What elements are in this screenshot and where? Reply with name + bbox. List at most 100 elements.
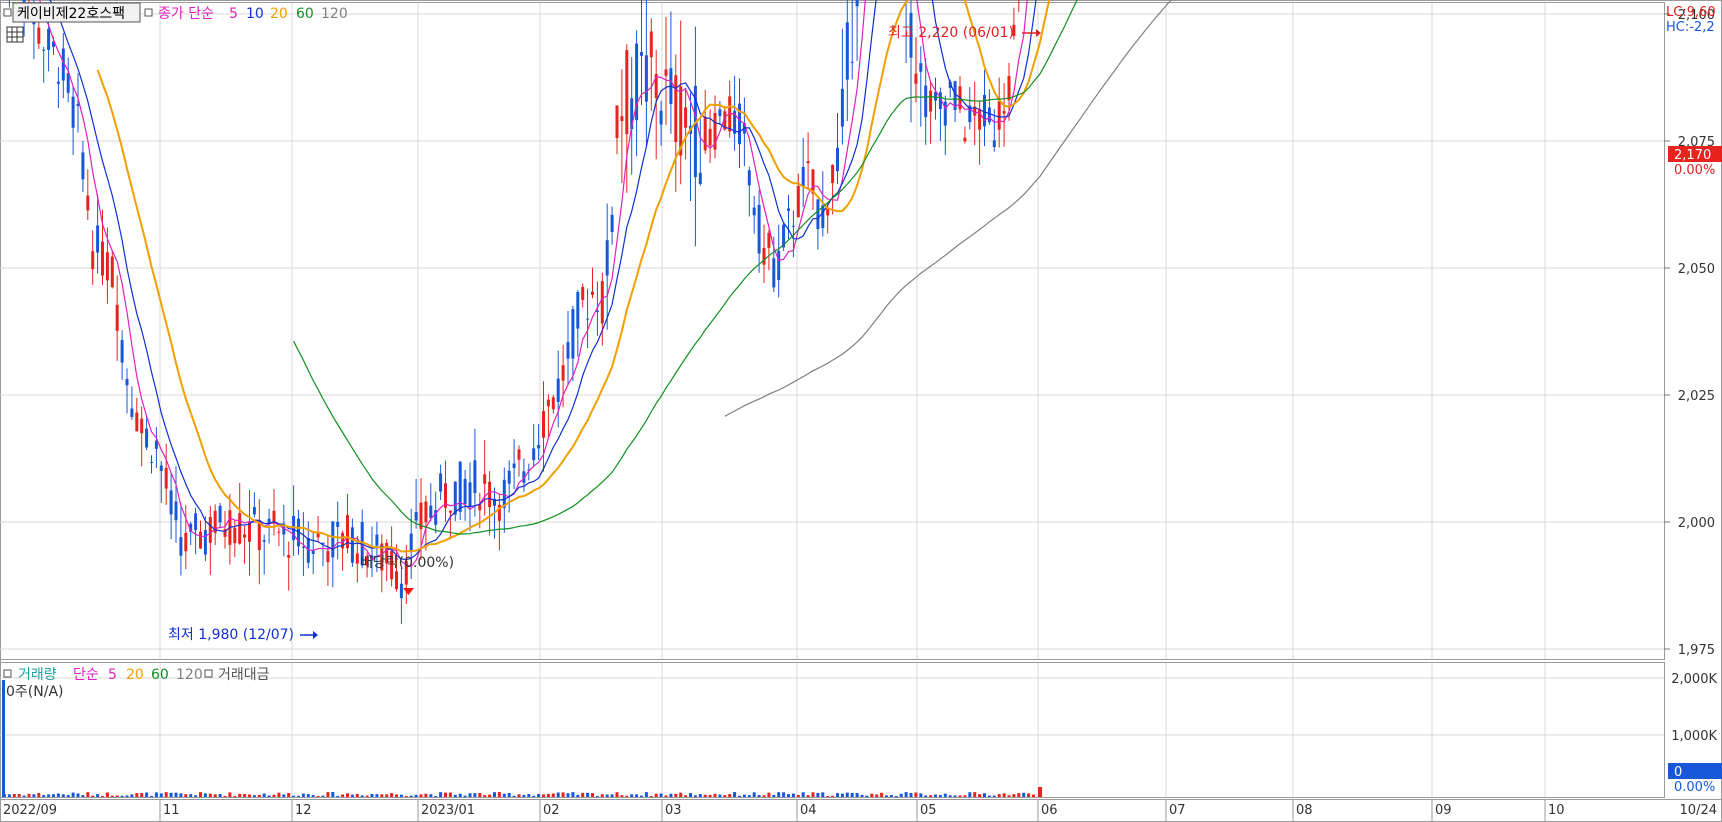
volume-bar: [1032, 794, 1035, 797]
current-change-text: 0.00%: [1674, 163, 1715, 178]
volume-bar: [934, 794, 937, 797]
volume-bar: [120, 795, 124, 797]
price-tick-label: 2,025: [1678, 389, 1715, 404]
x-tick-label: 07: [1169, 803, 1186, 818]
candle-body: [855, 0, 859, 7]
trade-amount-legend[interactable]: 거래대금: [218, 667, 270, 683]
ma-legend-10[interactable]: 10: [246, 6, 264, 22]
ma-legend-120[interactable]: 120: [321, 6, 348, 22]
candle-body: [757, 204, 761, 254]
volume-bar: [203, 793, 207, 797]
lc-label: LC:9,60: [1666, 5, 1716, 20]
volume-bar: [899, 793, 903, 797]
volume-bar: [635, 794, 639, 797]
volume-bar: [948, 795, 952, 797]
candle-body: [203, 530, 207, 555]
candle-body: [816, 199, 820, 230]
candle-body: [571, 309, 575, 359]
volume-bar: [640, 795, 643, 797]
candle-body: [845, 22, 849, 80]
candle-body: [576, 292, 580, 329]
candle-body: [448, 510, 452, 513]
candle-body: [409, 533, 413, 552]
volume-bar: [336, 795, 340, 797]
candle-body: [929, 90, 933, 112]
candle-body: [399, 583, 403, 599]
volume-bar: [826, 795, 830, 797]
volume-bar: [605, 794, 609, 797]
candle-body: [150, 461, 153, 463]
candle-body: [316, 533, 320, 538]
legend-square-icon: [204, 669, 213, 678]
volume-bar: [233, 795, 237, 797]
volume-bar: [855, 792, 859, 797]
candle-body: [997, 101, 1001, 130]
current-price-text: 2,170: [1674, 148, 1711, 163]
candle-body: [331, 521, 335, 558]
ma-legend-5[interactable]: 5: [229, 6, 238, 22]
volume-bar: [875, 794, 879, 797]
volume-bar: [566, 793, 570, 797]
volume-bar: [909, 792, 913, 797]
candle-body: [777, 250, 781, 281]
volume-bar: [777, 792, 781, 797]
candle-body: [130, 408, 134, 417]
volume-bar: [527, 794, 531, 797]
volume-bar: [1012, 794, 1016, 797]
volume-bar: [762, 795, 766, 797]
volume-bar: [924, 795, 928, 797]
volume-bar: [365, 795, 369, 797]
volume-bar: [787, 794, 790, 797]
volume-legend-20[interactable]: 20: [126, 667, 144, 683]
volume-tick-label: 2,000K: [1671, 672, 1717, 687]
volume-bar: [689, 793, 692, 797]
volume-bar: [331, 792, 335, 797]
legend-square-icon: [3, 8, 12, 17]
volume-bar: [189, 794, 193, 797]
grid-icon[interactable]: [6, 26, 24, 43]
volume-bar: [292, 795, 296, 797]
ma-legend-20[interactable]: 20: [270, 6, 288, 22]
volume-legend-5[interactable]: 5: [108, 667, 117, 683]
volume-current-change: 0.00%: [1674, 780, 1715, 795]
candle-body: [664, 69, 668, 76]
volume-bar: [32, 794, 36, 797]
volume-bar: [713, 793, 717, 797]
volume-bar: [571, 792, 575, 797]
volume-bar: [718, 794, 722, 797]
volume-bar: [380, 794, 384, 797]
volume-bar: [649, 795, 653, 797]
candle-body: [772, 258, 776, 288]
volume-bar: [350, 794, 354, 797]
volume-legend-60[interactable]: 60: [151, 667, 169, 683]
ma-legend-60[interactable]: 60: [296, 6, 314, 22]
volume-bar: [978, 794, 982, 797]
volume-bar: [218, 794, 222, 797]
volume-bar: [831, 795, 835, 797]
candle-body: [458, 461, 462, 512]
candle-body: [488, 481, 492, 508]
volume-bar: [796, 794, 800, 797]
volume-bar: [497, 792, 501, 797]
volume-bar: [135, 792, 139, 797]
volume-bar: [943, 793, 947, 797]
volume-legend-prefix[interactable]: 단순: [73, 667, 99, 683]
x-tick-label: 08: [1296, 803, 1313, 818]
candle-body: [600, 281, 604, 324]
ma-legend-prefix[interactable]: 종가 단순: [158, 6, 214, 22]
volume-tick-label: 1,000K: [1671, 729, 1717, 744]
volume-bar: [772, 794, 776, 797]
candle-body: [625, 50, 629, 135]
volume-bar: [42, 795, 46, 797]
x-tick-label: 04: [800, 803, 817, 818]
volume-bar: [620, 795, 624, 797]
volume-bar: [375, 794, 379, 797]
volume-bar: [105, 792, 109, 797]
legend-square-icon: [3, 669, 12, 678]
volume-legend-120[interactable]: 120: [176, 667, 203, 683]
candle-body: [517, 449, 521, 460]
volume-legend-main[interactable]: 거래량: [18, 667, 57, 683]
volume-bar: [228, 792, 232, 797]
volume-bar: [404, 795, 408, 797]
volume-bar: [752, 792, 756, 797]
